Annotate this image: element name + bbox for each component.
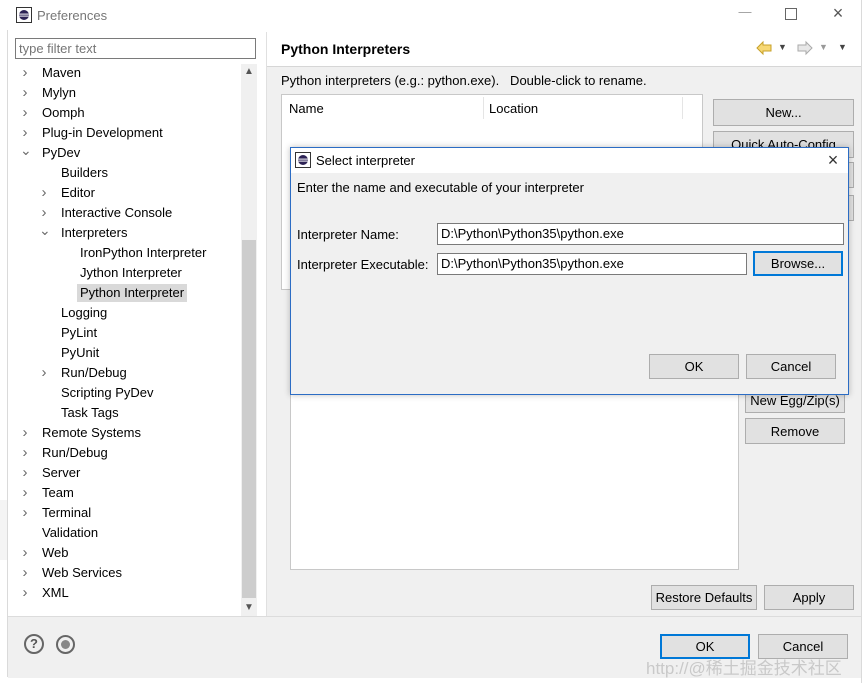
new-interpreter-button[interactable]: New... [713,99,854,126]
tree-item[interactable]: Web Services [39,564,125,582]
interpreter-name-input[interactable]: D:\Python\Python35\python.exe [437,223,844,245]
tree-item[interactable]: Oomph [39,104,88,122]
tree-item[interactable]: Remote Systems [39,424,144,442]
scroll-thumb[interactable] [242,240,256,598]
expand-chevron-icon[interactable]: › [20,424,30,442]
import-export-icon[interactable] [56,635,75,654]
dialog-ok-button[interactable]: OK [649,354,739,379]
expand-chevron-icon[interactable]: › [20,564,30,582]
expand-chevron-icon[interactable]: › [20,444,30,462]
minimize-icon[interactable]: — [734,4,756,26]
tree-item[interactable]: IronPython Interpreter [77,244,209,262]
collapse-chevron-icon[interactable]: ⌄ [39,223,51,242]
select-interpreter-dialog: Select interpreter × Enter the name and … [290,147,849,395]
dialog-cancel-button[interactable]: Cancel [746,354,836,379]
tree-item[interactable]: Python Interpreter [77,284,188,302]
expand-chevron-icon[interactable]: › [20,504,30,522]
interpreter-name-label: Interpreter Name: [297,227,399,242]
tree-item[interactable]: Editor [58,184,98,202]
collapse-chevron-icon[interactable]: ⌄ [20,143,32,162]
title-bar: Preferences — × [0,0,868,30]
back-arrow-icon[interactable] [755,40,773,56]
dialog-close-icon[interactable]: × [824,150,842,170]
tree-item[interactable]: Interactive Console [58,204,175,222]
back-menu-chevron-icon[interactable]: ▼ [778,42,787,52]
expand-chevron-icon[interactable]: › [20,84,30,102]
forward-menu-chevron-icon[interactable]: ▼ [819,42,828,52]
expand-chevron-icon[interactable]: › [20,484,30,502]
expand-chevron-icon[interactable]: › [20,464,30,482]
tree-item[interactable]: Run/Debug [39,444,111,462]
maximize-icon[interactable] [785,8,797,20]
tree-item[interactable]: PyDev [39,144,83,162]
tree-item[interactable]: XML [39,584,72,602]
tree-item[interactable]: Interpreters [58,224,130,242]
scroll-up-icon[interactable]: ▲ [241,64,257,80]
dialog-eclipse-icon [295,152,311,168]
browse-button[interactable]: Browse... [753,251,843,276]
expand-chevron-icon[interactable]: › [39,184,49,202]
tree-item[interactable]: Terminal [39,504,94,522]
filter-input[interactable] [15,38,256,59]
eclipse-icon [16,7,32,23]
tree-item[interactable]: Team [39,484,77,502]
forward-arrow-icon[interactable] [796,40,814,56]
expand-chevron-icon[interactable]: › [20,124,30,142]
preferences-tree: › Maven › Mylyn › Oomph › Plug-in Development ⌄ P… [15,64,241,614]
scroll-down-icon[interactable]: ▼ [241,600,257,616]
expand-chevron-icon[interactable]: › [20,544,30,562]
column-header-name[interactable]: Name [289,101,324,116]
tree-item[interactable]: Mylyn [39,84,79,102]
tree-item[interactable]: Jython Interpreter [77,264,185,282]
libraries-list[interactable] [290,390,739,570]
remove-button[interactable]: Remove [745,418,845,444]
tree-item[interactable]: Plug-in Development [39,124,166,142]
tree-item[interactable]: PyUnit [58,344,102,362]
help-icon[interactable]: ? [24,634,44,654]
tree-item[interactable]: Validation [39,524,101,542]
window-title: Preferences [37,8,108,23]
tree-item[interactable]: Web [39,544,72,562]
tree-item[interactable]: Logging [58,304,110,322]
expand-chevron-icon[interactable]: › [20,584,30,602]
page-description: Python interpreters (e.g.: python.exe). … [281,73,647,88]
tree-item[interactable]: Builders [58,164,111,182]
expand-chevron-icon[interactable]: › [39,364,49,382]
interpreter-executable-label: Interpreter Executable: [297,257,429,272]
tree-item[interactable]: Server [39,464,83,482]
dialog-instruction: Enter the name and executable of your in… [297,180,584,195]
apply-button[interactable]: Apply [764,585,854,610]
tree-item[interactable]: Task Tags [58,404,122,422]
view-menu-icon[interactable]: ▼ [838,42,847,52]
page-title: Python Interpreters [281,41,411,57]
expand-chevron-icon[interactable]: › [39,204,49,222]
tree-item[interactable]: PyLint [58,324,100,342]
restore-defaults-button[interactable]: Restore Defaults [651,585,757,610]
column-header-location[interactable]: Location [489,101,538,116]
tree-scrollbar[interactable]: ▲ ▼ [241,64,257,616]
interpreter-executable-input[interactable]: D:\Python\Python35\python.exe [437,253,747,275]
tree-item[interactable]: Run/Debug [58,364,130,382]
watermark: http://@稀土掘金技术社区 [646,659,842,678]
dialog-title: Select interpreter [316,153,415,168]
expand-chevron-icon[interactable]: › [20,104,30,122]
expand-chevron-icon[interactable]: › [20,64,30,82]
tree-item[interactable]: Scripting PyDev [58,384,156,402]
tree-item[interactable]: Maven [39,64,84,82]
close-icon[interactable]: × [829,4,847,22]
